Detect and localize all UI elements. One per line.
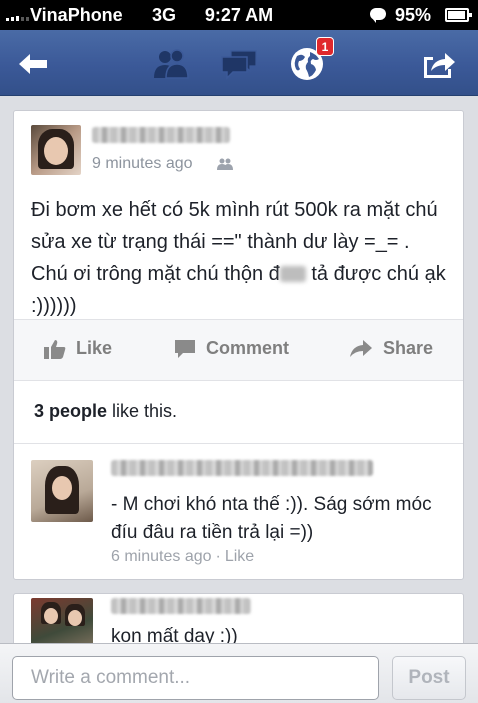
commenter-name-redacted[interactable] — [111, 598, 251, 614]
redacted-word — [279, 266, 306, 282]
share-action-button[interactable]: Share — [349, 338, 433, 359]
author-avatar[interactable] — [31, 125, 81, 175]
commenter-avatar[interactable] — [31, 460, 93, 522]
notification-count-badge: 1 — [316, 37, 334, 56]
likes-suffix: like this. — [107, 401, 178, 421]
status-bar: VinaPhone 3G 9:27 AM 95% — [0, 0, 478, 30]
friend-requests-button[interactable] — [150, 45, 192, 83]
back-arrow-icon — [19, 54, 47, 74]
share-button[interactable] — [418, 45, 460, 83]
share-label: Share — [383, 338, 434, 358]
messages-icon — [221, 50, 257, 80]
share-icon — [424, 53, 455, 78]
commenter-name-redacted[interactable] — [111, 460, 373, 476]
comment-composer: Post — [0, 643, 478, 703]
share-arrow-icon — [350, 339, 372, 357]
post-action-bar: Like Comment Share — [14, 319, 463, 381]
post-comment-button[interactable]: Post — [392, 656, 466, 700]
thumbs-up-icon — [44, 339, 66, 359]
chat-status-icon — [370, 8, 386, 23]
facebook-nav-bar: 1 — [0, 30, 478, 96]
likes-summary[interactable]: 3 people like this. — [14, 381, 463, 444]
author-name-redacted[interactable] — [92, 127, 230, 143]
messages-button[interactable] — [218, 45, 260, 83]
comment-item: - M chơi khó nta thế :)). Ság sớm móc đí… — [14, 444, 463, 579]
comment-input[interactable] — [12, 656, 379, 700]
notifications-button[interactable]: 1 — [286, 37, 334, 83]
like-button[interactable]: Like — [44, 338, 112, 359]
likes-text: 3 people like this. — [34, 401, 177, 422]
post-body: Đi bơm xe hết có 5k mình rút 500k ra mặt… — [31, 194, 451, 322]
battery-icon — [445, 8, 472, 22]
comment-like-link[interactable]: Like — [225, 548, 254, 565]
friends-audience-icon — [217, 158, 233, 170]
meta-separator: · — [215, 548, 221, 565]
comment-meta: 6 minutes ago · Like — [111, 548, 254, 566]
like-label: Like — [76, 338, 113, 358]
post-timestamp[interactable]: 9 minutes ago — [92, 155, 193, 173]
friend-requests-icon — [154, 49, 189, 79]
likes-count: 3 people — [34, 401, 108, 421]
comment-bubble-icon — [175, 339, 195, 358]
back-button[interactable] — [12, 45, 54, 83]
battery-percent: 95% — [395, 5, 432, 25]
comment-button[interactable]: Comment — [174, 338, 289, 359]
comment-timestamp: 6 minutes ago — [111, 548, 212, 565]
comment-label: Comment — [206, 338, 290, 358]
comment-text: - M chơi khó nta thế :)). Ság sớm móc đí… — [111, 494, 432, 543]
post-card: 9 minutes ago Đi bơm xe hết có 5k mình r… — [13, 110, 464, 580]
